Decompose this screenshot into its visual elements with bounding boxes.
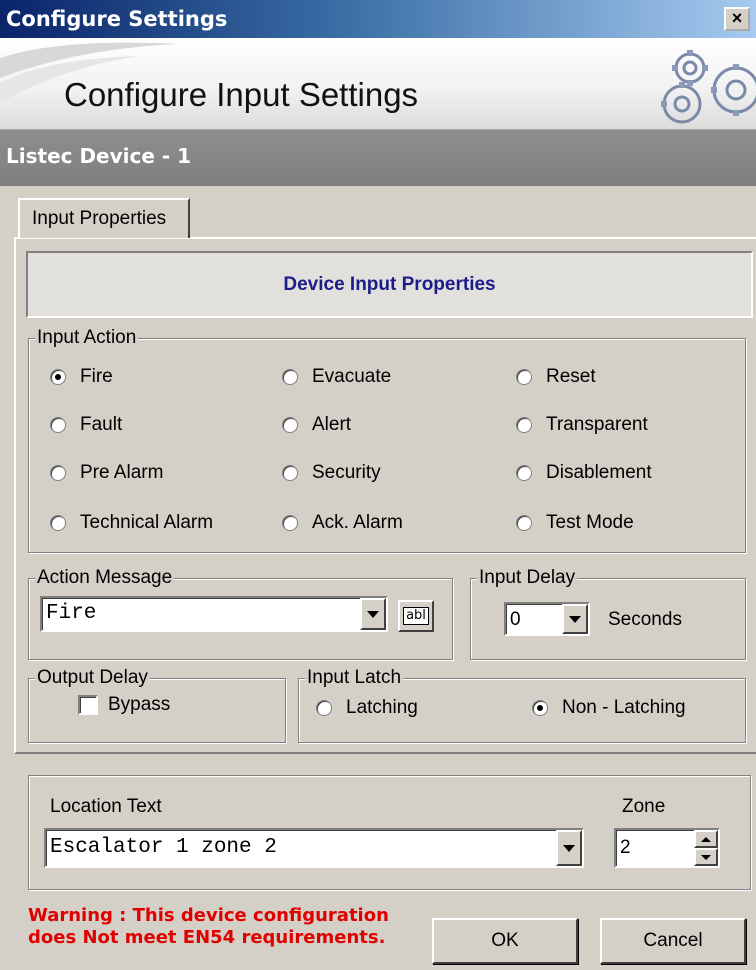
radio-indicator (282, 465, 298, 481)
warning-line-1: Warning : This device configuration (28, 905, 389, 926)
gears-icon (661, 50, 756, 124)
radio-label: Pre Alarm (80, 462, 164, 483)
page-heading: Configure Input Settings (64, 76, 419, 113)
radio-fire[interactable]: Fire (50, 366, 113, 388)
radio-indicator (516, 369, 532, 385)
radio-label: Reset (546, 366, 596, 387)
header-banner: Configure Input Settings (0, 38, 756, 130)
properties-banner: Device Input Properties (26, 251, 753, 318)
action-message-select[interactable]: Fire (40, 596, 388, 632)
radio-label: Latching (346, 697, 418, 718)
radio-label: Non - Latching (562, 697, 686, 718)
radio-non-latching[interactable]: Non - Latching (532, 697, 686, 719)
compliance-warning: Warning : This device configuration does… (28, 905, 389, 949)
tab-input-properties[interactable]: Input Properties (18, 198, 190, 238)
warning-line-2: does Not meet EN54 requirements. (28, 927, 386, 948)
bypass-checkbox[interactable] (78, 695, 98, 715)
radio-technical-alarm[interactable]: Technical Alarm (50, 512, 213, 534)
radio-indicator (532, 700, 548, 716)
radio-indicator (50, 515, 66, 531)
output-delay-legend: Output Delay (35, 667, 150, 689)
radio-label: Alert (312, 414, 352, 435)
edit-text-button[interactable]: abl (398, 600, 434, 632)
device-bar: Listec Device - 1 (0, 130, 756, 186)
input-delay-legend: Input Delay (477, 567, 578, 589)
tab-label: Input Properties (32, 208, 167, 229)
bypass-label: Bypass (108, 694, 171, 715)
radio-label: Test Mode (546, 512, 634, 533)
radio-indicator (516, 515, 532, 531)
radio-indicator (282, 515, 298, 531)
radio-reset[interactable]: Reset (516, 366, 596, 388)
device-name: Listec Device - 1 (6, 144, 192, 168)
radio-label: Evacuate (312, 366, 392, 387)
input-action-legend: Input Action (35, 327, 139, 349)
radio-evacuate[interactable]: Evacuate (282, 366, 391, 388)
radio-alert[interactable]: Alert (282, 414, 351, 436)
radio-ack-alarm[interactable]: Ack. Alarm (282, 512, 403, 534)
chevron-down-icon[interactable] (556, 830, 582, 866)
radio-label: Technical Alarm (80, 512, 214, 533)
location-value: Escalator 1 zone 2 (50, 836, 277, 859)
radio-indicator (516, 417, 532, 433)
radio-disablement[interactable]: Disablement (516, 462, 652, 484)
input-delay-unit: Seconds (608, 609, 682, 630)
radio-label: Transparent (546, 414, 648, 435)
ok-button[interactable]: OK (432, 918, 578, 964)
radio-indicator (50, 465, 66, 481)
radio-transparent[interactable]: Transparent (516, 414, 648, 436)
radio-indicator (316, 700, 332, 716)
zone-value: 2 (620, 837, 631, 858)
radio-pre-alarm[interactable]: Pre Alarm (50, 462, 163, 484)
input-latch-legend: Input Latch (305, 667, 404, 689)
zone-label: Zone (622, 796, 666, 817)
radio-indicator (282, 417, 298, 433)
input-delay-value: 0 (510, 609, 521, 630)
close-icon: × (731, 8, 743, 28)
radio-label: Ack. Alarm (312, 512, 403, 533)
properties-title: Device Input Properties (283, 274, 496, 295)
zone-spinner[interactable]: 2 (614, 828, 720, 868)
action-message-value: Fire (46, 602, 97, 625)
radio-indicator (516, 465, 532, 481)
spin-up-icon[interactable] (694, 830, 718, 848)
cancel-button[interactable]: Cancel (600, 918, 746, 964)
title-bar: Configure Settings × (0, 0, 756, 38)
input-delay-select[interactable]: 0 (504, 602, 590, 636)
radio-security[interactable]: Security (282, 462, 381, 484)
window-title: Configure Settings (6, 7, 228, 31)
close-button[interactable]: × (724, 7, 750, 31)
radio-indicator (50, 369, 66, 385)
radio-label: Security (312, 462, 381, 483)
edit-text-icon: abl (403, 607, 429, 625)
radio-indicator (50, 417, 66, 433)
radio-fault[interactable]: Fault (50, 414, 122, 436)
action-message-legend: Action Message (35, 567, 175, 589)
chevron-down-icon[interactable] (360, 598, 386, 630)
radio-label: Disablement (546, 462, 652, 483)
location-select[interactable]: Escalator 1 zone 2 (44, 828, 584, 868)
radio-indicator (282, 369, 298, 385)
radio-label: Fault (80, 414, 123, 435)
radio-test-mode[interactable]: Test Mode (516, 512, 634, 534)
chevron-down-icon[interactable] (562, 604, 588, 634)
radio-label: Fire (80, 366, 113, 387)
spin-down-icon[interactable] (694, 848, 718, 866)
radio-latching[interactable]: Latching (316, 697, 418, 719)
location-label: Location Text (50, 796, 162, 817)
